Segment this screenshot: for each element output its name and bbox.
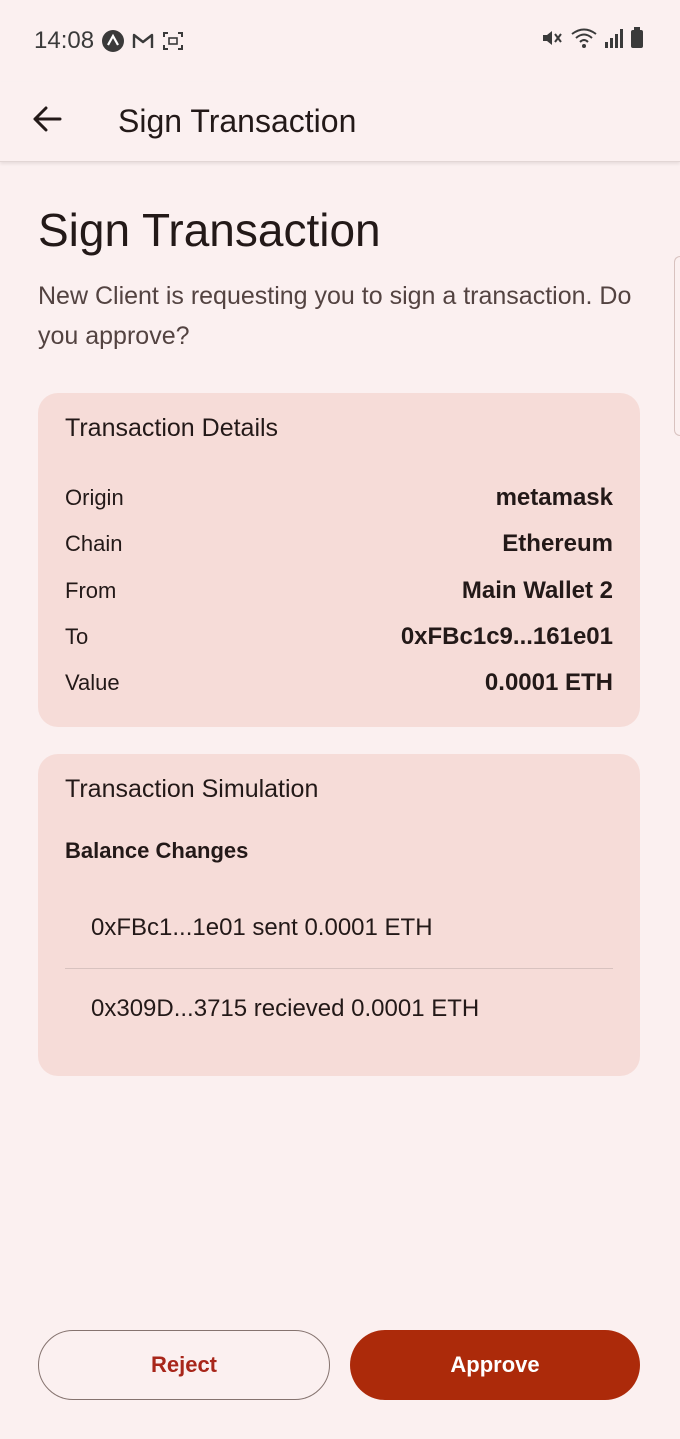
detail-row-to: To 0xFBc1c9...161e01 — [65, 614, 613, 660]
detail-row-value: Value 0.0001 ETH — [65, 660, 613, 706]
app-bar: Sign Transaction — [0, 82, 680, 162]
balance-changes-heading: Balance Changes — [65, 838, 249, 863]
balance-change-item: 0xFBc1...1e01 sent 0.0001 ETH — [91, 914, 433, 941]
detail-value: metamask — [495, 484, 613, 512]
wifi-icon — [570, 27, 598, 56]
detail-row-chain: Chain Ethereum — [65, 521, 613, 567]
transaction-simulation-card: Transaction Simulation Balance Changes 0… — [38, 754, 640, 1076]
reject-button[interactable]: Reject — [38, 1330, 330, 1400]
approve-button[interactable]: Approve — [350, 1330, 640, 1400]
clock: 14:08 — [34, 27, 95, 54]
detail-label: From — [65, 577, 117, 603]
detail-label: Value — [65, 670, 120, 696]
action-buttons: Reject Approve — [38, 1330, 640, 1400]
battery-icon — [630, 26, 644, 56]
signal-icon — [604, 27, 624, 56]
page-subtitle: New Client is requesting you to sign a t… — [38, 282, 632, 350]
detail-value: 0xFBc1c9...161e01 — [400, 623, 613, 651]
app-bar-title: Sign Transaction — [118, 103, 357, 139]
transaction-simulation-title: Transaction Simulation — [65, 775, 319, 803]
detail-value: 0.0001 ETH — [484, 669, 613, 697]
screenshot-icon — [162, 31, 184, 51]
detail-value: Ethereum — [502, 530, 613, 558]
app-notification-icon — [102, 30, 125, 52]
mute-icon — [540, 27, 564, 56]
transaction-details-title: Transaction Details — [65, 414, 279, 442]
detail-label: Chain — [65, 531, 123, 557]
detail-row-from: From Main Wallet 2 — [65, 568, 613, 614]
back-button[interactable] — [12, 87, 82, 157]
detail-label: Origin — [65, 485, 124, 511]
balance-change-item: 0x309D...3715 recieved 0.0001 ETH — [91, 995, 480, 1022]
page-title: Sign Transaction — [38, 204, 381, 256]
gmail-icon — [132, 32, 154, 50]
header-section: Sign Transaction New Client is requestin… — [38, 200, 640, 356]
arrow-back-icon — [32, 105, 62, 138]
balance-changes-list: 0xFBc1...1e01 sent 0.0001 ETH 0x309D...3… — [65, 888, 613, 1049]
transaction-details-card: Transaction Details Origin metamask Chai… — [38, 393, 640, 727]
detail-label: To — [65, 624, 89, 650]
side-panel-handle[interactable] — [674, 256, 680, 436]
detail-value: Main Wallet 2 — [461, 576, 613, 604]
detail-row-origin: Origin metamask — [65, 475, 613, 521]
status-bar: 14:08 — [0, 0, 680, 82]
